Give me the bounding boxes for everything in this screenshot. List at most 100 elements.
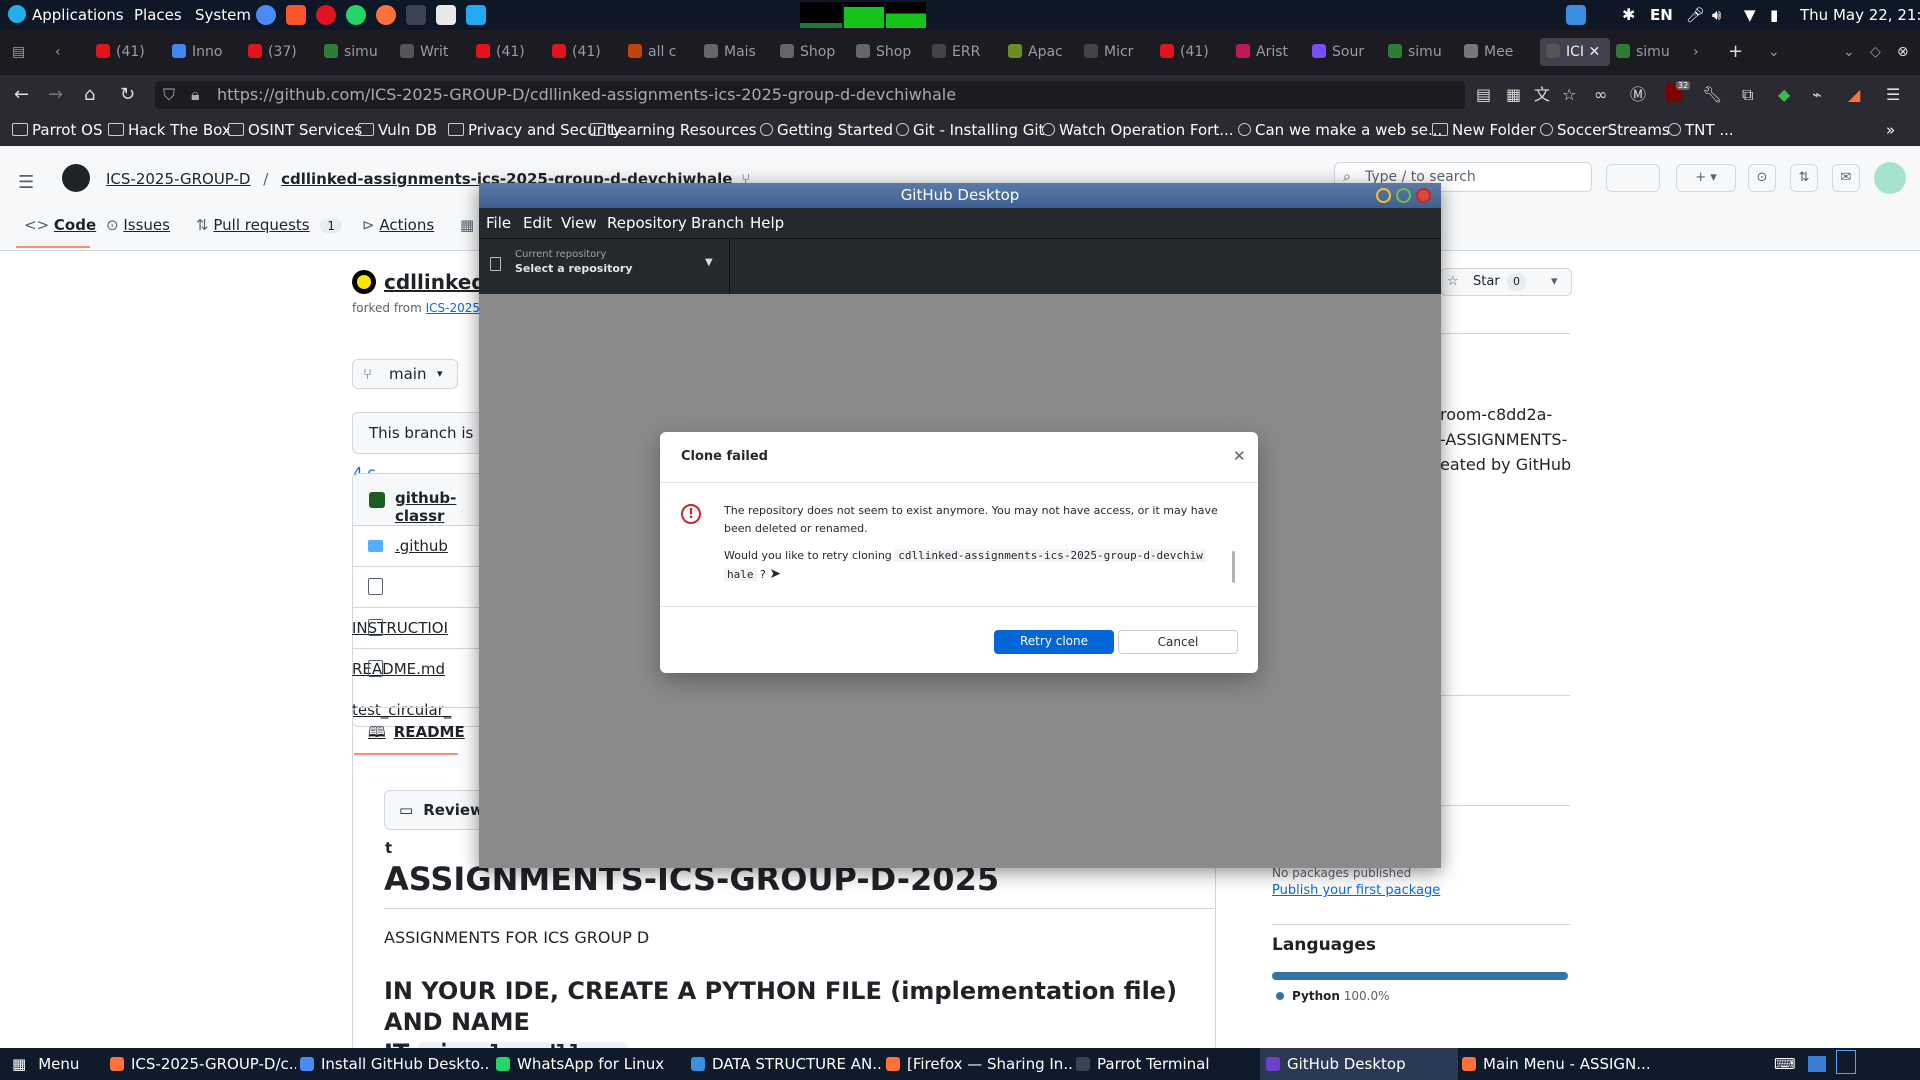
cloud-sync-icon[interactable] — [1566, 5, 1586, 25]
bookmark-star-icon[interactable]: ☆ — [1562, 85, 1576, 105]
copilot-button[interactable] — [1606, 164, 1660, 192]
browser-tab[interactable]: (41) — [552, 38, 622, 66]
bookmark-item[interactable]: OSINT Services — [228, 115, 362, 146]
menu-repository[interactable]: Repository — [607, 214, 687, 232]
readme-tab[interactable]: 🕮︎ README — [368, 722, 465, 747]
tab-issues[interactable]: ⊙ Issues — [106, 216, 170, 234]
browser-tab[interactable]: Sour — [1312, 38, 1382, 66]
extension-brush-icon[interactable]: ⌁ — [1812, 85, 1822, 105]
browser-tab[interactable]: ERR — [932, 38, 1002, 66]
window-titlebar[interactable]: GitHub Desktop — [479, 183, 1441, 208]
browser-tab[interactable]: Micr — [1084, 38, 1154, 66]
close-window-icon[interactable]: ⊗ — [1897, 38, 1917, 66]
tab-scroll-right-icon[interactable]: › — [1693, 38, 1713, 66]
extension-ublock-icon[interactable]: 32 — [1666, 81, 1691, 103]
minimize-window-icon[interactable]: ⌄ — [1843, 38, 1863, 66]
bookmark-item[interactable]: Parrot OS — [12, 115, 102, 146]
system-menu[interactable]: System — [195, 0, 251, 30]
close-icon[interactable]: ✕ — [1233, 447, 1246, 465]
minimize-button[interactable] — [1376, 188, 1391, 203]
close-tab-icon[interactable]: ✕ — [1584, 44, 1600, 60]
terminal-launcher-icon[interactable] — [406, 5, 426, 25]
menu-help[interactable]: Help — [750, 214, 784, 232]
list-item[interactable]: INSTRUCTIOI — [352, 566, 482, 637]
vscode-launcher-icon[interactable] — [466, 5, 486, 25]
commit-author[interactable]: github-classr — [395, 489, 482, 525]
start-menu-button[interactable]: ▦ Menu — [12, 1048, 79, 1080]
browser-tab[interactable]: Inno — [172, 38, 242, 66]
bookmark-item[interactable]: Getting Started — [760, 115, 893, 146]
brave-launcher-icon[interactable] — [286, 5, 306, 25]
extension-puzzle-icon[interactable]: ◆ — [1778, 85, 1790, 105]
breadcrumb-org[interactable]: ICS-2025-GROUP-D — [106, 170, 250, 188]
branch-selector[interactable]: ⑂ main ▾ — [352, 359, 458, 389]
bookmark-item[interactable]: Learning Resources — [590, 115, 757, 146]
browser-tab[interactable]: Apac — [1008, 38, 1078, 66]
app-menu-icon[interactable]: ☰ — [1886, 85, 1900, 105]
list-item[interactable]: .github — [352, 525, 482, 567]
list-item[interactable]: README.md — [352, 607, 482, 678]
projects-icon[interactable]: ▦ — [460, 216, 474, 234]
menu-edit[interactable]: Edit — [523, 214, 552, 232]
maximize-button[interactable] — [1396, 188, 1411, 203]
taskbar-item[interactable]: Install GitHub Deskto... — [294, 1048, 490, 1080]
url-text[interactable]: https://github.com/ICS-2025-GROUP-D/cdll… — [217, 81, 956, 109]
browser-tab[interactable]: Writ — [400, 38, 470, 66]
menu-view[interactable]: View — [561, 214, 597, 232]
forward-icon[interactable]: → — [48, 85, 63, 105]
tab-code[interactable]: <> Code — [24, 216, 96, 234]
bookmark-item[interactable]: Hack The Box — [108, 115, 231, 146]
clock[interactable]: Thu May 22, 21:16 — [1800, 0, 1920, 30]
avatar[interactable] — [1874, 162, 1906, 194]
tab-overview-icon[interactable]: ▤ — [12, 38, 32, 66]
workspace-2-button[interactable] — [1836, 1048, 1860, 1080]
browser-tab-active[interactable]: ICI ✕ — [1540, 38, 1610, 66]
bookmark-item[interactable]: Git - Installing Git — [896, 115, 1044, 146]
home-icon[interactable]: ⌂ — [84, 85, 95, 105]
new-tab-button[interactable]: + — [1728, 38, 1748, 66]
browser-tab[interactable]: Shop — [780, 38, 850, 66]
bookmark-item[interactable]: Can we make a web se... — [1238, 115, 1442, 146]
taskbar-item[interactable]: DATA STRUCTURE AN... — [685, 1048, 881, 1080]
tab-pull-requests[interactable]: ⇅ Pull requests 1 — [196, 216, 343, 234]
language-item[interactable]: Python 100.0% — [1276, 989, 1390, 1003]
bookmark-item[interactable]: Watch Operation Fort... — [1042, 115, 1234, 146]
repository-selector[interactable]: Current repository Select a repository ▼ — [479, 239, 730, 294]
browser-tab[interactable]: Mais — [704, 38, 774, 66]
chrome-launcher-icon[interactable] — [256, 5, 276, 25]
microphone-icon[interactable]: 🎤︎ — [1686, 0, 1705, 30]
workspace-1-button[interactable] — [1808, 1048, 1832, 1080]
qr-code-icon[interactable]: ▦ — [1506, 85, 1521, 105]
list-all-tabs-icon[interactable]: ⌄ — [1768, 38, 1788, 66]
browser-tab[interactable]: Arist — [1236, 38, 1306, 66]
tracking-protection-icon[interactable]: ⛉ — [163, 81, 175, 109]
browser-tab[interactable]: simu — [324, 38, 394, 66]
applications-menu[interactable]: Applications — [8, 0, 124, 30]
tab-scroll-left-icon[interactable]: ‹ — [55, 38, 75, 66]
browser-tab[interactable]: (41) — [96, 38, 166, 66]
menu-file[interactable]: File — [486, 214, 511, 232]
more-bookmarks-icon[interactable]: » — [1886, 115, 1895, 146]
list-item[interactable]: test_circular_ — [352, 648, 482, 719]
close-button[interactable] — [1416, 188, 1431, 203]
browser-tab[interactable]: simu — [1388, 38, 1458, 66]
retry-clone-button[interactable]: Retry clone — [994, 630, 1114, 654]
taskbar-item[interactable]: GitHub Desktop — [1260, 1048, 1458, 1080]
dialog-scrollbar[interactable] — [1232, 551, 1235, 583]
taskbar-item[interactable]: Parrot Terminal — [1070, 1048, 1262, 1080]
cancel-button[interactable]: Cancel — [1118, 630, 1238, 654]
back-icon[interactable]: ← — [14, 85, 29, 105]
browser-tab[interactable]: all c — [628, 38, 698, 66]
keyboard-layout[interactable]: EN — [1650, 0, 1673, 30]
taskbar-item[interactable]: Main Menu - ASSIGN... — [1456, 1048, 1656, 1080]
menu-branch[interactable]: Branch — [691, 214, 744, 232]
volume-icon[interactable]: 🔊︎ — [1712, 0, 1721, 30]
browser-tab[interactable]: (41) — [476, 38, 546, 66]
bluetooth-icon[interactable]: ✱ — [1622, 0, 1635, 30]
browser-tab[interactable]: (37) — [248, 38, 318, 66]
publish-package-link[interactable]: Publish your first package — [1272, 883, 1440, 898]
extension-fox-icon[interactable]: ◢ — [1848, 85, 1860, 105]
repo-title[interactable]: cdllinked- — [384, 270, 494, 294]
bookmark-item[interactable]: SoccerStreams — [1540, 115, 1670, 146]
issues-icon[interactable]: ⊙ — [1748, 164, 1776, 192]
